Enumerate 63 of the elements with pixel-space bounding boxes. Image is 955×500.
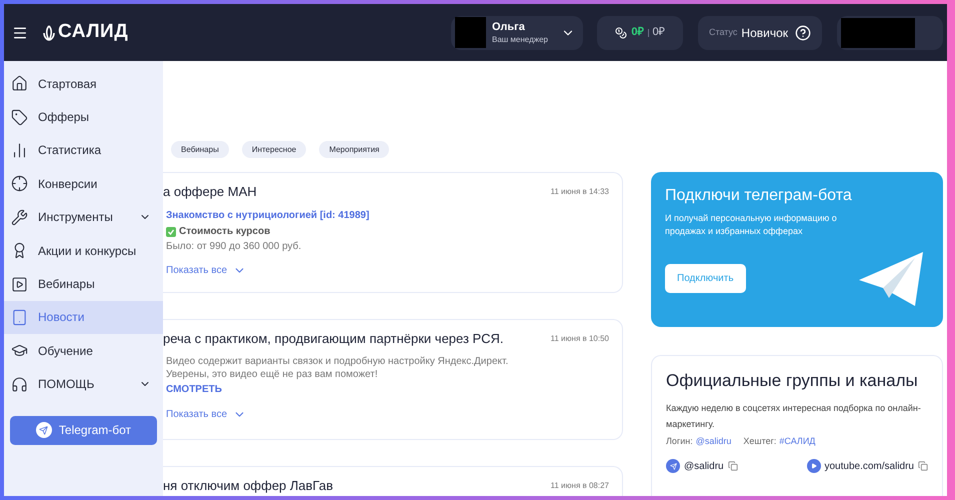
news-title: реча с практиком, продвигающим партнёрки через РСЯ. xyxy=(163,331,504,347)
telegram-icon xyxy=(666,459,680,473)
sidebar-item[interactable]: Конверсии xyxy=(4,167,163,201)
copy-icon[interactable] xyxy=(728,461,738,471)
status-label: Статус xyxy=(708,26,738,39)
redacted-block xyxy=(455,17,486,48)
sidebar-item[interactable]: Акции и конкурсы xyxy=(4,234,163,268)
help-icon[interactable] xyxy=(795,24,812,40)
news-date: 11 июня в 08:27 xyxy=(550,480,609,492)
login-label: Логин: xyxy=(666,435,693,448)
sidebar-item[interactable]: Обучение xyxy=(4,334,163,368)
wrench-icon xyxy=(11,208,28,226)
show-all-button[interactable]: Показать все xyxy=(166,263,246,278)
logo-text: САЛИД xyxy=(58,20,128,44)
telegram-icon xyxy=(36,422,52,438)
sidebar-item[interactable]: Инструменты xyxy=(4,200,163,234)
home-icon xyxy=(11,75,28,92)
available-balance: 0₽ xyxy=(631,25,644,40)
telegram-bot-button[interactable]: Telegram-бот xyxy=(10,416,157,445)
offer-link[interactable]: Знакомство с нутрициологией [id: 41989] xyxy=(166,208,523,223)
news-title: а оффере МАН xyxy=(163,184,258,200)
bar-chart-icon xyxy=(11,142,28,159)
video-icon xyxy=(806,459,820,473)
channel-link[interactable]: youtube.com/salidru xyxy=(824,458,914,474)
hashtag-label: Хештег: xyxy=(743,435,776,448)
news-date: 11 июня в 14:33 xyxy=(550,186,609,198)
logo-icon xyxy=(42,24,56,40)
watch-link[interactable]: СМОТРЕТЬ xyxy=(166,382,523,397)
hashtag-link[interactable]: #САЛИД xyxy=(779,435,816,448)
channel-link[interactable]: @salidru xyxy=(684,458,724,474)
menu-icon[interactable] xyxy=(12,24,28,40)
tag-icon xyxy=(11,108,28,126)
paper-plane-icon xyxy=(859,252,923,308)
groups-text: Каждую неделю в соцсетях интересная подборка по онлайн-маркетингу. xyxy=(666,402,922,431)
sidebar-item[interactable]: Вебинары xyxy=(4,267,163,301)
news-title: ня отключим оффер ЛавГав xyxy=(163,478,334,494)
filter-chip[interactable]: Вебинары xyxy=(171,141,229,158)
held-balance: 0₽ xyxy=(652,25,665,40)
status-value: Новичок xyxy=(741,24,788,42)
groups-title: Официальные группы и каналы xyxy=(666,370,919,392)
crosshair-icon xyxy=(11,175,28,192)
sidebar-item[interactable]: ПОМОЩЬ xyxy=(4,368,163,401)
news-date: 11 июня в 10:50 xyxy=(550,333,609,345)
sidebar-item[interactable]: Стартовая xyxy=(4,67,163,100)
promo-title: Подключи телеграм-бота xyxy=(665,186,853,206)
sidebar-item[interactable]: Офферы xyxy=(4,100,163,134)
manager-name: Ольга xyxy=(492,20,526,34)
news-text: Стоимость курсов xyxy=(179,225,270,239)
promo-text: И получай персональную информацию о продажах и избранных офферах xyxy=(665,212,838,238)
headphones-icon xyxy=(11,376,28,393)
filter-chip[interactable]: Мероприятия xyxy=(319,141,390,158)
filter-chip[interactable]: Интересное xyxy=(242,141,306,158)
play-icon xyxy=(11,276,28,293)
manager-role: Ваш менеджер xyxy=(492,34,549,44)
manager-selector[interactable]: Ольга Ваш менеджер xyxy=(451,16,583,50)
news-text: Было: от 990 до 360 000 руб. xyxy=(166,240,302,253)
login-link[interactable]: @salidru xyxy=(696,435,732,448)
show-all-button[interactable]: Показать все xyxy=(166,407,246,422)
news-text: Видео содержит варианты связок и подробную настройку Яндекс.Директ. Уверены, это видео ещё не раз вам поможет! xyxy=(166,355,510,381)
sidebar-item[interactable]: Статистика xyxy=(4,134,163,168)
coins-icon xyxy=(615,26,628,38)
copy-icon[interactable] xyxy=(918,461,928,471)
check-icon xyxy=(166,226,176,236)
